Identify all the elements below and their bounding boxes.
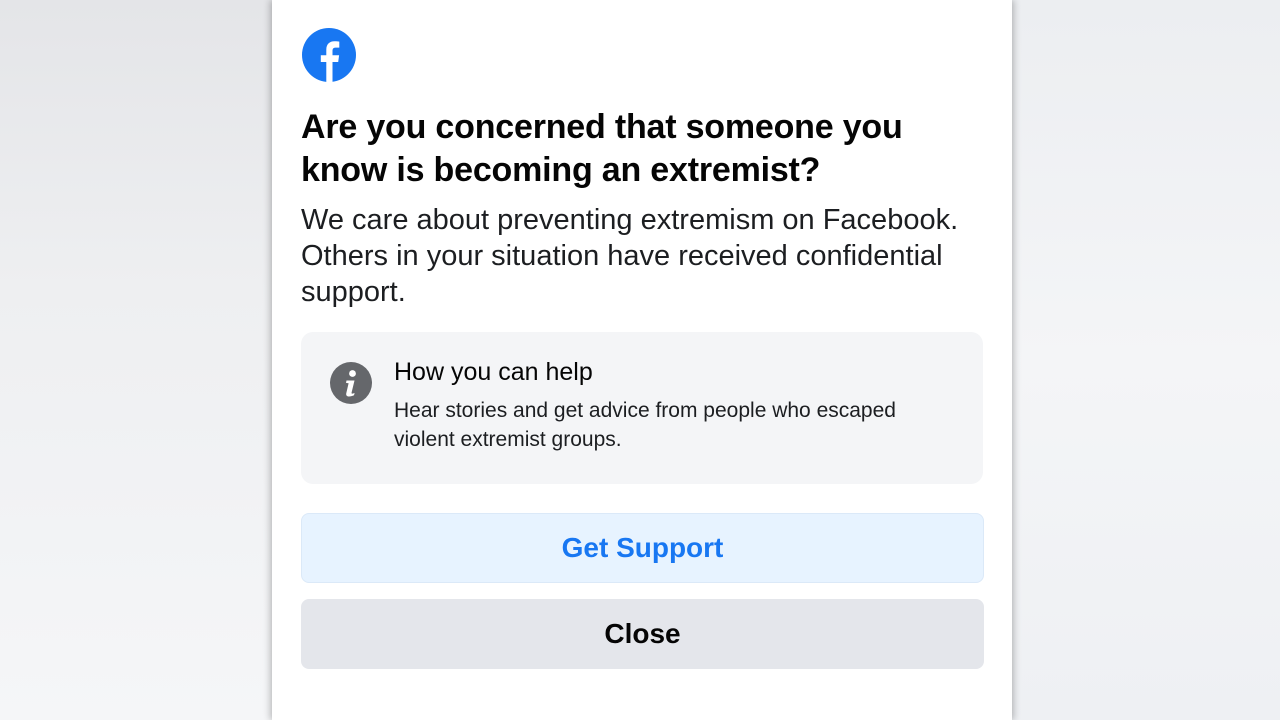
info-card: How you can help Hear stories and get ad…: [301, 332, 983, 484]
dialog-headline: Are you concerned that someone you know …: [301, 108, 903, 189]
background-right: [1012, 0, 1280, 720]
background-left: [0, 0, 272, 720]
dialog-panel: Are you concerned that someone you know …: [272, 0, 1012, 720]
info-icon: [330, 362, 372, 404]
dialog-body-text: We care about preventing extremism on Fa…: [301, 204, 959, 308]
info-card-description: Hear stories and get advice from people …: [394, 399, 896, 451]
facebook-logo-icon: [302, 28, 356, 82]
get-support-button[interactable]: Get Support: [301, 513, 984, 583]
close-button[interactable]: Close: [301, 599, 984, 669]
info-card-title: How you can help: [394, 358, 593, 386]
